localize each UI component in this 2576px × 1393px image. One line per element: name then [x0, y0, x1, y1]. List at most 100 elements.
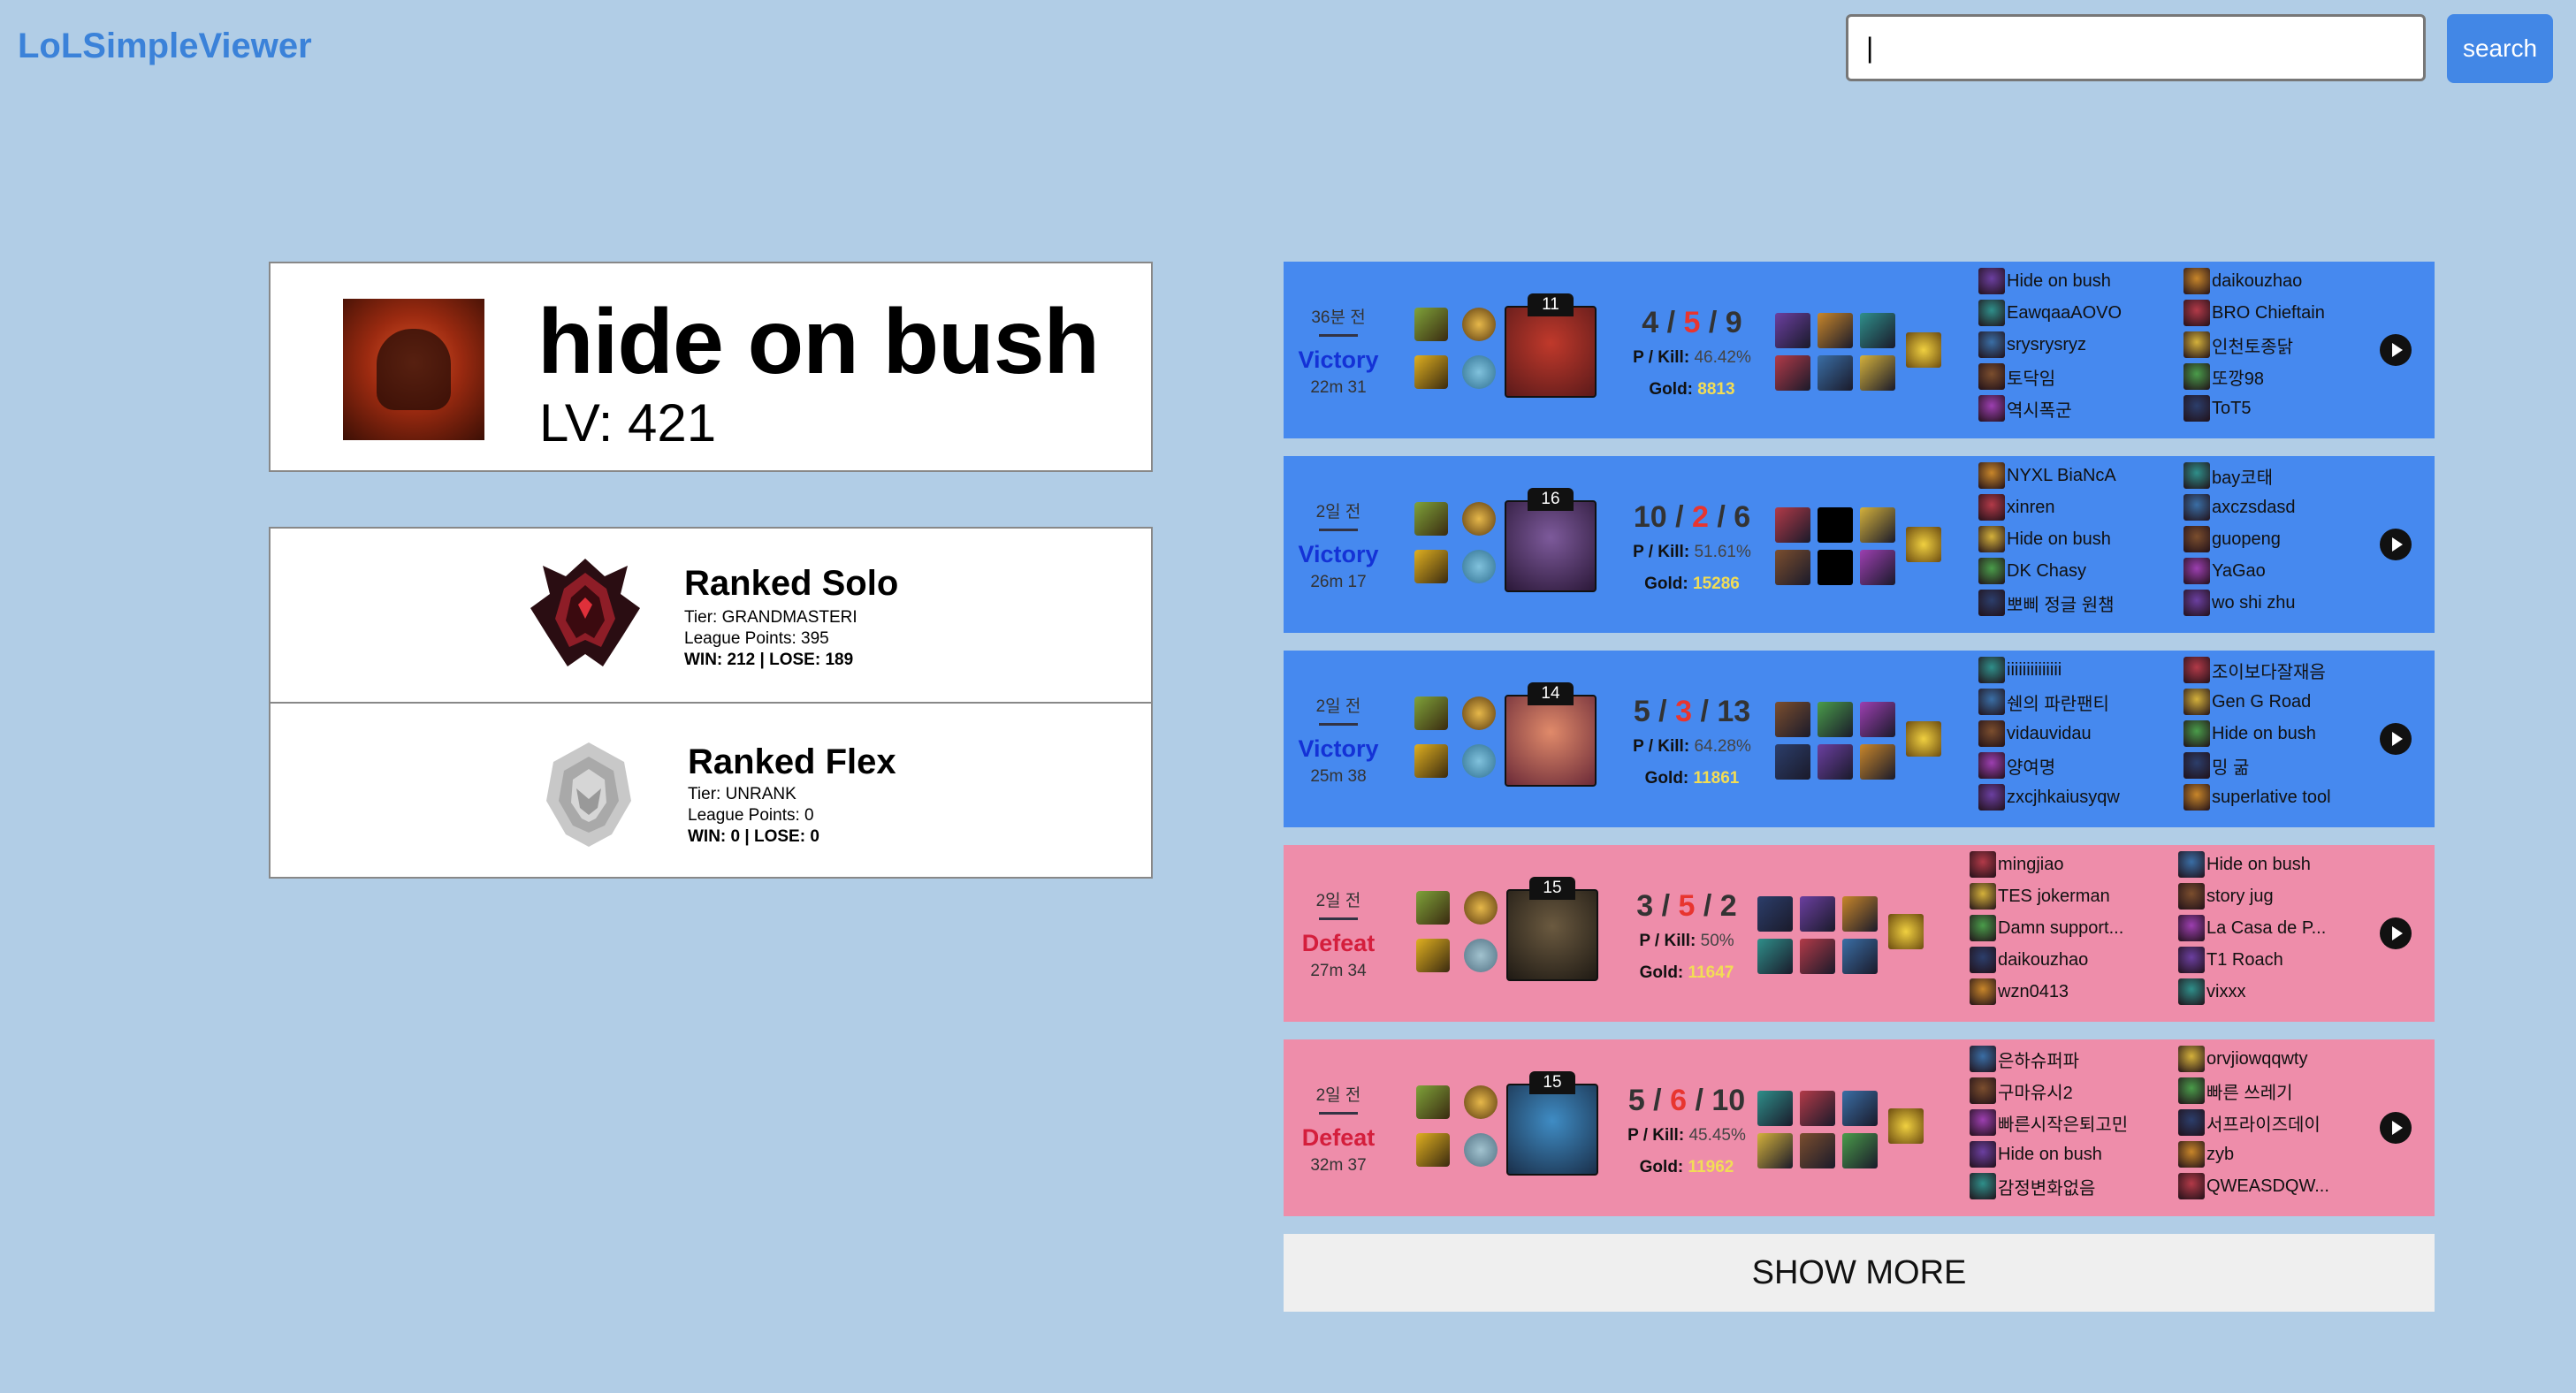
participant[interactable]: 역시폭군 [1978, 394, 2072, 422]
participant[interactable]: 또깡98 [2184, 362, 2264, 391]
item-slot-6-icon [1860, 355, 1895, 391]
participant[interactable]: 밍 굶 [2184, 751, 2249, 780]
participant[interactable]: BRO Chieftain [2184, 299, 2325, 327]
participant[interactable]: TES jokerman [1970, 882, 2110, 910]
ranked-solo-card: Ranked Solo Tier: GRANDMASTERI League Po… [269, 527, 1153, 704]
participant[interactable]: daikouzhao [2184, 267, 2302, 295]
participant[interactable]: daikouzhao [1970, 946, 2088, 974]
participant[interactable]: Hide on bush [2184, 719, 2316, 748]
participant[interactable]: guopeng [2184, 525, 2281, 553]
participant[interactable]: 서프라이즈데이 [2178, 1108, 2321, 1137]
participant[interactable]: DK Chasy [1978, 557, 2086, 585]
participant[interactable]: 토닥임 [1978, 362, 2055, 391]
match-detail-play-button[interactable] [2380, 1112, 2412, 1144]
champion-icon [2184, 784, 2210, 811]
participant[interactable]: 구마유시2 [1970, 1077, 2073, 1105]
kill-participation: P / Kill: 46.42% [1612, 348, 1772, 368]
match-detail-play-button[interactable] [2380, 723, 2412, 755]
participant-name: Gen G Road [2212, 691, 2312, 712]
participant[interactable]: orvjiowqqwty [2178, 1045, 2307, 1073]
participant[interactable]: zyb [2178, 1140, 2234, 1168]
match-result: Defeat [1301, 930, 1376, 956]
app-logo[interactable]: LoLSimpleViewer [18, 27, 312, 66]
gold-value: 11962 [1688, 1158, 1734, 1176]
participant[interactable]: T1 Roach [2178, 946, 2283, 974]
participant[interactable]: 빠른시작은퇴고민 [1970, 1108, 2128, 1137]
participant[interactable]: 인천토종닭 [2184, 331, 2293, 359]
participant[interactable]: 뽀삐 정글 원챔 [1978, 589, 2115, 617]
participant[interactable]: La Casa de P... [2178, 914, 2326, 942]
kill-participation: P / Kill: 50% [1607, 932, 1766, 951]
participant[interactable]: Hide on bush [2178, 850, 2311, 879]
champion-icon [1970, 1109, 1996, 1136]
kda-score: 3 / 5 / 2 [1607, 889, 1766, 924]
participant[interactable]: vidauvidau [1978, 719, 2092, 748]
match-detail-play-button[interactable] [2380, 917, 2412, 949]
participant[interactable]: YaGao [2184, 557, 2266, 585]
champion-icon [2184, 720, 2210, 747]
champion-icon [2184, 395, 2210, 422]
rank-queue-title: Ranked Solo [684, 564, 899, 603]
participant[interactable]: xinren [1978, 493, 2054, 521]
participant[interactable]: Damn support... [1970, 914, 2123, 942]
participant-name: Hide on bush [2206, 854, 2311, 874]
participant[interactable]: Hide on bush [1970, 1140, 2102, 1168]
item-slot-3-icon [1842, 896, 1878, 932]
match-card: 2일 전 Defeat 27m 34 15 3 / 5 / 2 P / Kill: 50%… [1284, 845, 2435, 1022]
participant-name: 뽀삐 정글 원챔 [2007, 595, 2115, 615]
participant[interactable]: Hide on bush [1978, 267, 2111, 295]
participant[interactable]: wo shi zhu [2184, 589, 2296, 617]
participant[interactable]: 은하슈퍼파 [1970, 1045, 2079, 1073]
champion-icon [2178, 978, 2205, 1005]
summoner-spell-2-icon [1414, 355, 1448, 389]
participant[interactable]: bay코태 [2184, 461, 2273, 490]
champion-icon [1978, 363, 2005, 390]
participant-name: bay코태 [2212, 468, 2274, 488]
participant[interactable]: wzn0413 [1970, 978, 2069, 1006]
match-detail-play-button[interactable] [2380, 529, 2412, 560]
rank-queue-title: Ranked Flex [688, 742, 896, 781]
participant[interactable]: EawqaaAOVO [1978, 299, 2122, 327]
participant[interactable]: QWEASDQW... [2178, 1172, 2329, 1200]
show-more-button[interactable]: SHOW MORE [1284, 1234, 2435, 1312]
participant[interactable]: Gen G Road [2184, 688, 2311, 716]
gold-earned: Gold: 15286 [1612, 575, 1772, 594]
profile-avatar [343, 299, 484, 440]
search-button[interactable]: search [2447, 14, 2553, 83]
participant[interactable]: axczsdasd [2184, 493, 2296, 521]
champion-level-badge: 14 [1528, 682, 1574, 705]
rank-win-lose: WIN: 212 | LOSE: 189 [684, 651, 854, 669]
champion-level-badge: 11 [1528, 293, 1574, 316]
participant[interactable]: mingjiao [1970, 850, 2063, 879]
champion-icon [2184, 363, 2210, 390]
participant[interactable]: 양여명 [1978, 751, 2055, 780]
participant[interactable]: ToT5 [2184, 394, 2251, 422]
participant[interactable]: superlative tool [2184, 783, 2331, 811]
participant[interactable]: vixxx [2178, 978, 2245, 1006]
match-detail-play-button[interactable] [2380, 334, 2412, 366]
item-slot-4-icon [1775, 744, 1810, 780]
champion-icon [2178, 1077, 2205, 1104]
champion-icon [2184, 590, 2210, 616]
unranked-emblem-icon [546, 742, 631, 847]
participant-name: Hide on bush [2007, 529, 2111, 549]
participant-name: 조이보다잘재음 [2212, 662, 2326, 682]
participant[interactable]: srysrysryz [1978, 331, 2086, 359]
participant[interactable]: NYXL BiaNcA [1978, 461, 2116, 490]
participant[interactable]: 조이보다잘재음 [2184, 656, 2326, 684]
kill-participation: P / Kill: 45.45% [1607, 1126, 1766, 1146]
participant[interactable]: story jug [2178, 882, 2274, 910]
participant[interactable]: Hide on bush [1978, 525, 2111, 553]
participant-name: QWEASDQW... [2206, 1176, 2329, 1196]
gold-earned: Gold: 11647 [1607, 963, 1766, 983]
participant[interactable]: 빠른 쓰레기 [2178, 1077, 2293, 1105]
search-input[interactable] [1846, 14, 2426, 81]
item-slot-4-icon [1757, 1133, 1793, 1168]
participant[interactable]: zxcjhkaiusyqw [1978, 783, 2120, 811]
participant[interactable]: 쉔의 파란팬티 [1978, 688, 2109, 716]
match-duration: 25m 38 [1310, 767, 1367, 786]
kill-participation-value: 64.28% [1694, 737, 1751, 756]
kill-participation-value: 45.45% [1688, 1126, 1746, 1145]
participant[interactable]: 감정변화없음 [1970, 1172, 2095, 1200]
participant[interactable]: iiiiiiiiiiiiii [1978, 656, 2062, 684]
